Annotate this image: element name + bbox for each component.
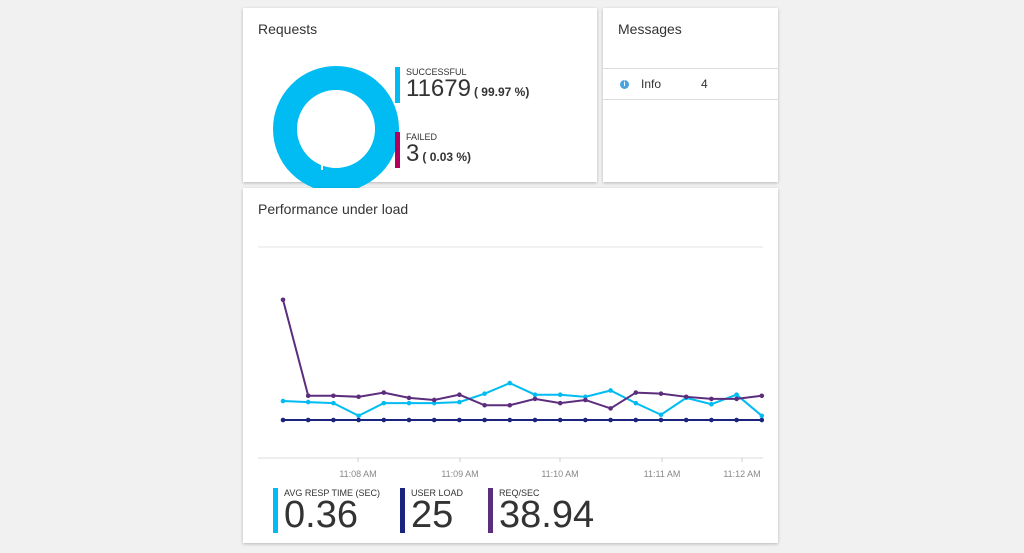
series-1-point-19	[759, 417, 765, 423]
req-sec-value: 38.94	[499, 494, 595, 536]
performance-line-chart: 11:08 AM 11:09 AM 11:10 AM 11:11 AM 11:12 AM	[258, 246, 765, 479]
requests-donut-chart	[273, 66, 399, 192]
series-1-point-7	[457, 417, 462, 423]
series-1-point-5	[406, 417, 412, 423]
series-2-point-12	[583, 397, 588, 403]
series-0-point-10	[532, 392, 538, 397]
series-2-point-10	[532, 396, 538, 402]
series-2-point-16	[683, 394, 689, 400]
series-0-point-17	[709, 401, 714, 407]
series-0-point-5	[406, 400, 412, 406]
req-sec-color-bar	[488, 488, 493, 533]
requests-title: Requests	[258, 21, 318, 37]
series-2-point-18	[734, 396, 739, 402]
series-1-point-1	[305, 417, 311, 423]
series-1-point-14	[633, 417, 639, 423]
series-0-point-2	[331, 400, 336, 406]
series-1-point-3	[356, 417, 361, 423]
successful-count: 11679( 99.97 %)	[406, 75, 530, 102]
series-1-point-0	[280, 417, 286, 423]
series-2-point-6	[431, 397, 437, 403]
user-load-color-bar	[400, 488, 405, 533]
avg-resp-value: 0.36	[284, 494, 358, 536]
series-1-point-11	[557, 417, 563, 423]
donut-failed-slice	[321, 146, 323, 170]
avg-resp-color-bar	[273, 488, 278, 533]
series-2-point-5	[406, 395, 412, 401]
series-2-point-14	[633, 390, 639, 395]
series-1-point-9	[507, 417, 513, 423]
series-2-point-2	[331, 393, 336, 399]
series-0-point-11	[557, 392, 563, 397]
series-0-point-1	[305, 399, 311, 405]
series-1-point-16	[683, 417, 689, 423]
series-0-point-8	[482, 391, 487, 396]
series-2-point-4	[381, 390, 387, 395]
series-1-point-4	[381, 417, 387, 423]
series-2-point-17	[709, 396, 714, 402]
message-count: 4	[701, 77, 708, 91]
series-0-point-3	[356, 413, 361, 419]
series-0-point-0	[280, 398, 286, 404]
x-tick-label: 11:10 AM	[541, 469, 578, 479]
series-2-point-9	[507, 402, 513, 408]
series-0-point-7	[457, 399, 462, 405]
series-0-point-4	[381, 400, 387, 406]
series-2-point-19	[759, 393, 765, 399]
series-0-point-15	[658, 412, 664, 418]
message-row-info[interactable]: i Info 4	[603, 68, 778, 100]
failed-percent: ( 0.03 %)	[422, 150, 472, 164]
messages-title: Messages	[618, 21, 682, 37]
x-tick-label: 11:12 AM	[723, 469, 760, 479]
series-1-point-8	[482, 417, 487, 423]
series-1-point-13	[608, 417, 613, 423]
series-1-point-6	[431, 417, 437, 423]
series-line-2	[282, 299, 762, 410]
messages-tile[interactable]: Messages i Info 4	[603, 8, 778, 182]
x-tick-label: 11:11 AM	[644, 469, 681, 479]
series-2-point-15	[658, 391, 664, 396]
failed-color-bar	[395, 132, 400, 168]
series-0-point-14	[633, 400, 639, 406]
series-2-point-7	[457, 392, 462, 397]
series-1-point-15	[658, 417, 664, 423]
x-tick-label: 11:08 AM	[339, 469, 376, 479]
info-icon: i	[620, 80, 629, 89]
series-2-point-3	[356, 394, 361, 400]
series-2-point-1	[305, 393, 311, 399]
successful-color-bar	[395, 67, 400, 103]
series-1-point-12	[583, 417, 588, 423]
successful-percent: ( 99.97 %)	[473, 85, 530, 99]
series-1-point-17	[709, 417, 714, 423]
series-2-point-8	[482, 402, 487, 408]
failed-count: 3( 0.03 %)	[406, 140, 472, 167]
series-0-point-19	[759, 413, 765, 419]
series-1-point-2	[331, 417, 336, 423]
series-1-point-18	[734, 417, 739, 423]
message-label: Info	[641, 77, 662, 91]
requests-tile[interactable]: Requests SUCCESSFUL 11679( 99.97 %) FAIL…	[243, 8, 597, 192]
user-load-value: 25	[411, 494, 454, 536]
series-2-point-11	[557, 400, 563, 406]
series-1-point-10	[532, 417, 538, 423]
series-line-0	[282, 382, 763, 417]
series-0-point-9	[507, 380, 513, 386]
series-0-point-13	[608, 388, 613, 393]
series-0-point-18	[734, 392, 739, 397]
performance-tile[interactable]: Performance under load 11:08 AM 11:09 AM 1…	[243, 188, 778, 543]
series-2-point-13	[608, 406, 613, 411]
x-tick-label: 11:09 AM	[441, 469, 478, 479]
series-2-point-0	[280, 297, 286, 303]
